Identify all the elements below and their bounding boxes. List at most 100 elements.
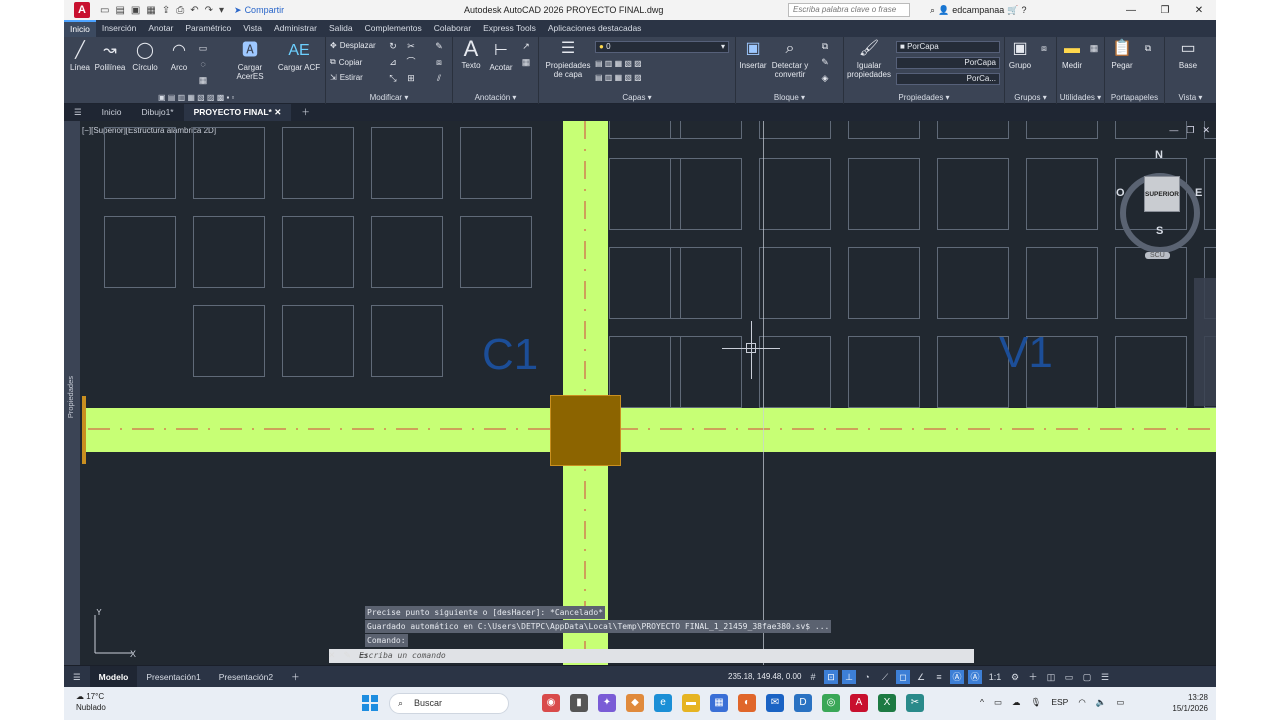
rectangle-icon[interactable]: ▭ — [198, 43, 208, 53]
edge-icon[interactable]: e — [654, 694, 672, 712]
tab-insercion[interactable]: Inserción — [96, 20, 143, 37]
erase-icon[interactable]: ✎ — [434, 41, 444, 51]
new-tab-button[interactable]: ＋ — [291, 104, 320, 121]
tab-colaborar[interactable]: Colaborar — [428, 20, 477, 37]
layer-dropdown[interactable]: ● 0 ▾ — [595, 41, 729, 53]
chevron-up-icon[interactable]: ^ — [980, 697, 984, 708]
scale-icon[interactable]: ⤡ — [388, 73, 398, 83]
panel-modificar-title[interactable]: Modificar ▾ — [326, 92, 452, 104]
windows-start-icon[interactable] — [362, 695, 378, 711]
match-properties-button[interactable]: 🖌 Igualar propiedades — [846, 39, 892, 79]
copy-clip-icon[interactable]: ⧉ — [1143, 43, 1153, 53]
copilot-icon[interactable]: ✦ — [598, 694, 616, 712]
restore-viewport-icon[interactable]: ❐ — [1186, 125, 1194, 136]
tab-administrar[interactable]: Administrar — [268, 20, 323, 37]
mirror-icon[interactable]: ⊿ — [388, 57, 398, 67]
dell-icon[interactable]: D — [794, 694, 812, 712]
circle-button[interactable]: ◯ Círculo — [130, 41, 160, 72]
copilot-app-icon[interactable]: ◆ — [626, 694, 644, 712]
system-clock[interactable]: 13:28 15/1/2026 — [1172, 692, 1208, 714]
paste-button[interactable]: 📋 Pegar — [1109, 39, 1135, 70]
drawing-area[interactable]: Propiedades [−][Superior][Estructura alá… — [64, 121, 1216, 665]
panel-capas-title[interactable]: Capas ▾ — [539, 92, 735, 104]
measure-button[interactable]: ▬ Medir — [1059, 39, 1085, 70]
upload-icon[interactable]: ⇪ — [162, 5, 170, 16]
add-layout-button[interactable]: ＋ — [282, 666, 309, 688]
explode-icon[interactable]: ⧈ — [434, 57, 444, 67]
hatch-icon[interactable]: ◌ — [198, 59, 208, 69]
user-menu[interactable]: ⌕ 👤 edcampanaa 🛒? — [930, 5, 1027, 16]
move-button[interactable]: ✥ Desplazar — [330, 41, 376, 50]
file-tab-proyecto-final[interactable]: PROYECTO FINAL* ✕ — [183, 104, 292, 121]
insert-button[interactable]: ▣ Insertar — [738, 39, 768, 70]
panel-propiedades-title[interactable]: Propiedades ▾ — [844, 92, 1004, 104]
share-button[interactable]: ➤ Compartir — [234, 5, 284, 16]
taskbar-search[interactable]: ⌕ Buscar — [389, 693, 509, 714]
outlook-icon[interactable]: ✉ — [766, 694, 784, 712]
close-viewport-icon[interactable]: ✕ — [1202, 125, 1210, 136]
workspace-gear-icon[interactable]: ⚙ — [1008, 670, 1022, 684]
cursor-coordinates[interactable]: 235.18, 149.48, 0.00 — [728, 672, 801, 681]
file-tab-dibujo1[interactable]: Dibujo1* — [131, 104, 183, 121]
layer-tools-row-1[interactable]: ▤ ▥ ▦ ▧ ▨ — [595, 59, 642, 68]
hardware-accel-icon[interactable]: ▭ — [1062, 670, 1076, 684]
minimize-icon[interactable]: — — [1114, 5, 1148, 16]
tab-salida[interactable]: Salida — [323, 20, 359, 37]
command-input[interactable]: Escriba un comando — [329, 649, 974, 663]
store-icon[interactable]: ▦ — [710, 694, 728, 712]
fillet-icon[interactable]: ⌒ — [406, 57, 416, 67]
close-icon[interactable]: ✕ — [1182, 5, 1216, 16]
compass-north[interactable]: N — [1155, 149, 1163, 161]
detect-convert-button[interactable]: ⌕ Detectar y convertir — [770, 39, 810, 79]
polar-icon[interactable]: ◔ — [860, 670, 874, 684]
minimize-viewport-icon[interactable]: — — [1169, 125, 1178, 136]
wifi-icon[interactable]: ◠ — [1078, 697, 1085, 708]
new-icon[interactable]: ▭ — [100, 5, 109, 16]
gradient-icon[interactable]: ▦ — [198, 75, 208, 85]
viewcube-face[interactable]: SUPERIOR — [1144, 176, 1180, 212]
calculator-icon[interactable]: ▦ — [1089, 43, 1099, 53]
status-menu[interactable]: ☰ — [64, 666, 90, 688]
save-as-icon[interactable]: ▦ — [146, 5, 155, 16]
customize-icon[interactable]: ☰ — [1098, 670, 1112, 684]
polyline-button[interactable]: ↝ Polilínea — [94, 41, 126, 72]
tab-parametrico[interactable]: Paramétrico — [179, 20, 237, 37]
tab-modelo[interactable]: Modelo — [89, 665, 138, 688]
redo-icon[interactable]: ↷ — [205, 5, 213, 16]
leader-icon[interactable]: ↗ — [521, 41, 531, 51]
grid-icon[interactable]: # — [806, 670, 820, 684]
arc-button[interactable]: ◠ Arco — [165, 41, 193, 72]
save-icon[interactable]: ▣ — [131, 5, 140, 16]
annotation-visibility-icon[interactable]: Ⓐ — [950, 670, 964, 684]
stretch-button[interactable]: ⇲ Estirar — [330, 73, 363, 82]
copy-button[interactable]: ⧉ Copiar — [330, 57, 362, 67]
lineweight-icon[interactable]: ≡ — [932, 670, 946, 684]
file-tab-inicio[interactable]: Inicio — [92, 104, 132, 121]
isolate-icon[interactable]: ◫ — [1044, 670, 1058, 684]
linetype-dropdown[interactable]: PorCapa — [896, 57, 1000, 69]
customize-icon[interactable]: ▾ — [219, 5, 224, 16]
volume-icon[interactable]: 🔈 — [1096, 697, 1107, 708]
tab-aplicaciones[interactable]: Aplicaciones destacadas — [542, 20, 648, 37]
snap-icon[interactable]: ⊡ — [824, 670, 838, 684]
snipping-tool-icon[interactable]: ✂ — [906, 694, 924, 712]
lineweight-dropdown[interactable]: PorCa... — [896, 73, 1000, 85]
tab-anotar[interactable]: Anotar — [142, 20, 179, 37]
tab-presentacion2[interactable]: Presentación2 — [210, 666, 282, 688]
tab-express-tools[interactable]: Express Tools — [477, 20, 542, 37]
ungroup-icon[interactable]: ⧈ — [1039, 43, 1049, 53]
layer-properties-button[interactable]: ☰ Propiedades de capa — [543, 39, 593, 79]
compass-south[interactable]: S — [1156, 225, 1163, 237]
search-icon[interactable]: ⌕ — [930, 5, 935, 16]
file-explorer-icon[interactable]: ▬ — [682, 694, 700, 712]
create-block-icon[interactable]: ⧉ — [820, 41, 830, 51]
language-indicator[interactable]: ESP — [1051, 697, 1068, 708]
undo-icon[interactable]: ↶ — [190, 5, 198, 16]
navigation-bar[interactable] — [1194, 278, 1216, 406]
autocad-taskbar-icon[interactable]: A — [850, 694, 868, 712]
chrome-icon[interactable]: ◎ — [822, 694, 840, 712]
tab-inicio[interactable]: Inicio — [64, 20, 96, 37]
panel-bloque-title[interactable]: Bloque ▾ — [736, 92, 843, 104]
group-button[interactable]: ▣ Grupo — [1007, 39, 1033, 70]
panel-vista-title[interactable]: Vista ▾ — [1165, 92, 1216, 104]
